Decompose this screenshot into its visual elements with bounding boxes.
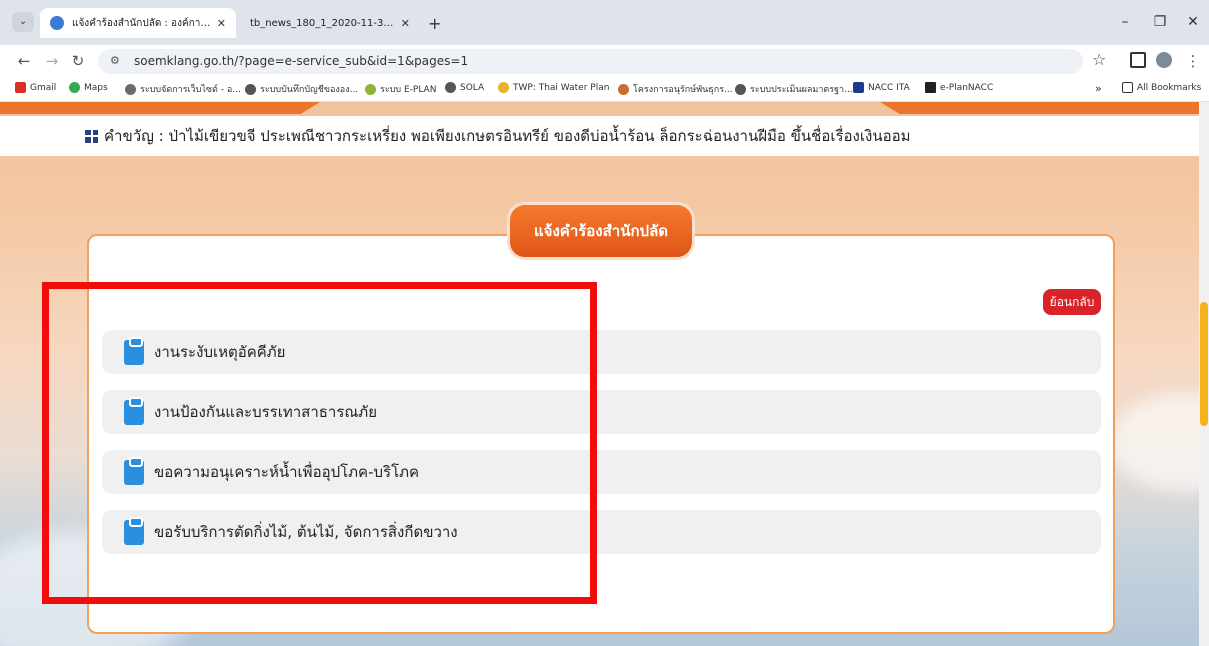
close-window-icon[interactable]: ✕ [1183,14,1203,30]
bookmark-star-icon[interactable]: ☆ [1092,50,1106,69]
bookmark-item[interactable]: โครงการอนุรักษ์พันธุกร... [618,82,733,96]
globe-icon [50,16,64,30]
maximize-icon[interactable]: ❐ [1150,14,1170,30]
scrollbar-thumb[interactable] [1200,302,1208,426]
ita-icon [853,82,864,93]
back-arrow-icon[interactable]: ← [14,51,34,71]
tab-inactive[interactable]: tb_news_180_1_2020-11-30_40 ✕ [240,8,420,38]
bookmark-eplan[interactable]: ระบบ E-PLAN [365,82,436,96]
folder-icon [1122,82,1133,93]
header-decoration [0,102,1209,116]
minimize-icon[interactable]: – [1115,14,1135,30]
url-input[interactable]: soemklang.go.th/?page=e-service_sub&id=1… [98,49,1083,74]
bookmark-item[interactable]: ระบบบันทึกบัญชีขององ... [245,82,358,96]
back-button[interactable]: ย้อนกลับ [1043,289,1101,315]
all-bookmarks[interactable]: All Bookmarks [1122,82,1201,93]
globe-icon [245,83,256,95]
tab-title: tb_news_180_1_2020-11-30_40 [250,17,395,29]
grid-icon [85,129,98,143]
bookmark-item[interactable]: ระบบประเมินผลมาตรฐา... [735,82,853,96]
globe-icon [125,83,136,95]
new-tab-icon[interactable]: + [428,14,441,33]
tab-search-button[interactable]: ⌄ [12,12,34,32]
profile-avatar[interactable] [1156,52,1172,68]
bookmark-eplannacc[interactable]: e-PlanNACC [925,82,993,93]
tab-title: แจ้งคำร้องสำนักปลัด : องค์การบริหาร [72,17,211,29]
globe-icon [735,83,746,95]
forward-arrow-icon[interactable]: → [42,51,62,71]
tab-strip: ⌄ แจ้งคำร้องสำนักปลัด : องค์การบริหาร ✕ … [0,0,1209,45]
background-cloud [1110,392,1209,492]
globe-icon [365,83,376,95]
page-content: คำขวัญ : ป่าไม้เขียวขจี ประเพณีชาวกระเหร… [0,102,1209,646]
close-tab-icon[interactable]: ✕ [401,17,410,30]
tab-active[interactable]: แจ้งคำร้องสำนักปลัด : องค์การบริหาร ✕ [40,8,236,38]
site-info-icon[interactable]: ⚙ [110,54,120,67]
motto-text: คำขวัญ : ป่าไม้เขียวขจี ประเพณีชาวกระเหร… [104,127,911,145]
more-bookmarks-icon[interactable]: » [1095,82,1102,95]
globe-icon [445,82,456,93]
bookmark-gmail[interactable]: Gmail [15,82,56,93]
bookmark-twp[interactable]: TWP: Thai Water Plan [498,82,609,93]
menu-icon[interactable]: ⋮ [1183,51,1203,71]
home-icon [925,82,936,93]
side-panel-icon[interactable] [1130,52,1146,68]
globe-icon [618,83,629,95]
close-tab-icon[interactable]: ✕ [217,17,226,30]
address-toolbar: ← → ↻ soemklang.go.th/?page=e-service_su… [0,45,1209,77]
bookmark-sola[interactable]: SOLA [445,82,484,93]
bookmark-nacc-ita[interactable]: NACC ITA [853,82,910,93]
bookmarks-bar: Gmail Maps ระบบจัดการเว็บไซต์ - อ... ระบ… [0,77,1209,102]
bookmark-maps[interactable]: Maps [69,82,108,93]
card-title: แจ้งคำร้องสำนักปลัด [507,202,695,260]
maps-icon [69,82,80,93]
gmail-icon [15,82,26,93]
page-scrollbar[interactable] [1199,102,1209,646]
motto-bar: คำขวัญ : ป่าไม้เขียวขจี ประเพณีชาวกระเหร… [0,116,1199,156]
reload-icon[interactable]: ↻ [68,51,88,71]
globe-icon [498,82,509,93]
bookmark-item[interactable]: ระบบจัดการเว็บไซต์ - อ... [125,82,241,96]
highlight-box [42,282,597,604]
